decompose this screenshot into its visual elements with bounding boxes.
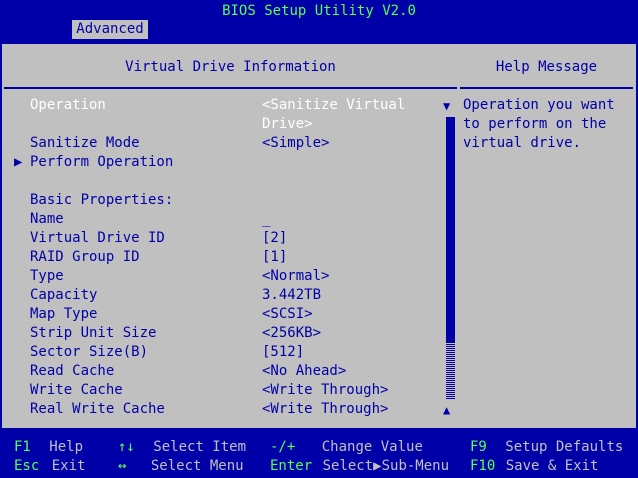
leftright-arrow-icon: ↔ [118, 458, 127, 474]
legend-change-value: -/+ Change Value [270, 438, 423, 457]
submenu-arrow-icon: ▶ [14, 154, 23, 170]
legend-enter: Enter Select▶Sub-Menu [270, 457, 449, 476]
perform-operation-label: Perform Operation [30, 154, 174, 170]
key-label: Esc [14, 458, 40, 474]
property-label: Strip Unit Size [30, 325, 157, 341]
property-label: Read Cache [30, 363, 115, 379]
tab-advanced[interactable]: Advanced [72, 20, 148, 39]
operation-value-line2: Drive> [262, 116, 313, 132]
scroll-down-arrow-icon[interactable]: ▼ [443, 97, 450, 116]
operation-value[interactable]: <Sanitize Virtual [262, 96, 405, 115]
property-label: Virtual Drive ID [30, 230, 165, 246]
bios-title: BIOS Setup Utility V2.0 [222, 3, 416, 19]
main-header-divider [4, 87, 457, 89]
page-title: Virtual Drive Information [125, 59, 336, 75]
sanitize-mode-value[interactable]: <Simple> [262, 134, 329, 153]
scrollbar-thumb[interactable] [446, 117, 455, 343]
property-value[interactable]: _ [262, 210, 270, 229]
property-value[interactable]: [512] [262, 343, 304, 362]
key-legend: F1 Help Esc Exit ↑↓ Select Item ↔ Select… [0, 432, 638, 478]
legend-f10: F10 Save & Exit [470, 457, 598, 476]
property-row: Capacity 3.442TB [30, 286, 450, 305]
key-label: -/+ [270, 439, 296, 455]
property-row[interactable]: Map Type <SCSI> [30, 305, 450, 324]
key-action: Setup Defaults [505, 439, 624, 455]
property-row[interactable]: Name _ [30, 210, 450, 229]
sanitize-mode-label: Sanitize Mode [30, 135, 140, 151]
key-action: Exit [51, 458, 86, 474]
property-value: 3.442TB [262, 287, 322, 303]
key-label: F9 [470, 439, 487, 455]
legend-f1: F1 Help [14, 438, 83, 457]
property-row[interactable]: Real Write Cache <Write Through> [30, 400, 450, 419]
operation-label: Operation [30, 97, 106, 113]
property-value[interactable]: [1] [262, 248, 287, 267]
property-value[interactable]: <No Ahead> [262, 362, 346, 381]
property-row[interactable]: Type <Normal> [30, 267, 450, 286]
property-value[interactable]: <Write Through> [262, 381, 388, 400]
property-label: RAID Group ID [30, 249, 140, 265]
help-text: Operation you want to perform on the vir… [463, 97, 615, 151]
key-action: Help [49, 439, 84, 455]
property-row[interactable]: RAID Group ID [1] [30, 248, 450, 267]
property-value[interactable]: [2] [262, 229, 287, 248]
key-label: F1 [14, 439, 31, 455]
key-action: Save & Exit [505, 458, 599, 474]
property-label: Map Type [30, 306, 98, 322]
updown-arrows-icon: ↑↓ [118, 439, 135, 455]
property-label: Write Cache [30, 382, 123, 398]
property-value[interactable]: <SCSI> [262, 305, 313, 324]
legend-select-item: ↑↓ Select Item [118, 438, 246, 457]
property-label: Sector Size(B) [30, 344, 149, 360]
property-label: Name [30, 211, 64, 227]
sanitize-mode-option[interactable]: Sanitize Mode <Simple> [30, 134, 450, 153]
legend-esc: Esc Exit [14, 457, 85, 476]
title-bar: BIOS Setup Utility V2.0 Advanced [0, 0, 638, 39]
help-title: Help Message [495, 59, 598, 75]
property-label: Type [30, 268, 64, 284]
key-action: Select▶Sub-Menu [322, 458, 450, 474]
property-value[interactable]: <Normal> [262, 267, 329, 286]
legend-select-menu: ↔ Select Menu [118, 457, 244, 476]
help-header-divider [460, 87, 633, 89]
property-label: Real Write Cache [30, 401, 165, 417]
key-action: Change Value [321, 439, 423, 455]
basic-properties-heading: Basic Properties: [30, 191, 450, 210]
section-label: Basic Properties: [30, 192, 174, 208]
operation-value-continued: Drive> [30, 115, 450, 134]
property-value[interactable]: <Write Through> [262, 400, 388, 419]
key-label: F10 [470, 458, 496, 474]
key-action: Select Item [153, 439, 247, 455]
perform-operation-item[interactable]: Perform Operation [30, 153, 450, 172]
key-action: Select Menu [150, 458, 244, 474]
operation-option[interactable]: Operation <Sanitize Virtual [30, 96, 450, 115]
property-row[interactable]: Sector Size(B) [512] [30, 343, 450, 362]
property-row[interactable]: Virtual Drive ID [2] [30, 229, 450, 248]
legend-f9: F9 Setup Defaults [470, 438, 623, 457]
property-value[interactable]: <256KB> [262, 324, 321, 343]
scrollbar-dotted-area [446, 343, 455, 399]
property-row[interactable]: Write Cache <Write Through> [30, 381, 450, 400]
property-row[interactable]: Read Cache <No Ahead> [30, 362, 450, 381]
property-row[interactable]: Strip Unit Size <256KB> [30, 324, 450, 343]
key-label: Enter [270, 458, 313, 474]
property-label: Capacity [30, 287, 98, 303]
scroll-up-arrow-icon[interactable]: ▲ [443, 401, 450, 420]
